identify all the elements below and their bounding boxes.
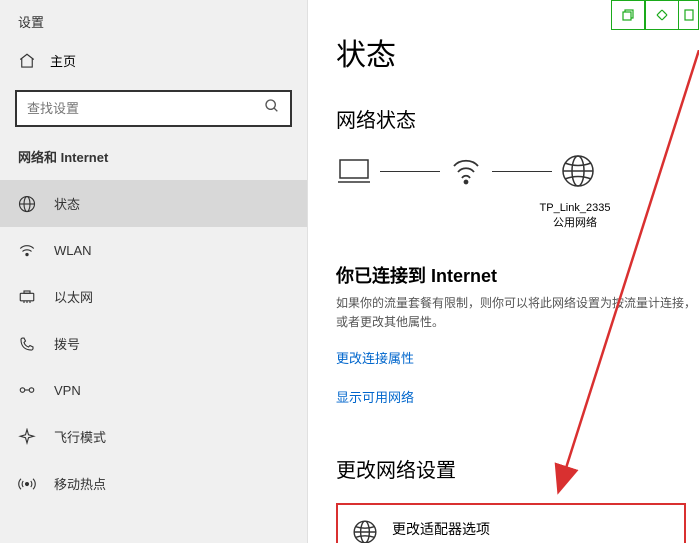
sidebar-item-label: 状态 [54,194,80,213]
computer-icon [336,153,372,189]
sidebar-item-label: 飞行模式 [54,427,106,446]
connected-desc: 如果你的流量套餐有限制，则你可以将此网络设置为按流量计连接，或者更改其他属性。 [336,294,699,332]
hotspot-icon [18,475,36,493]
sidebar-item-label: VPN [54,383,81,398]
sidebar-item-hotspot[interactable]: 移动热点 [0,460,307,507]
sidebar-item-status[interactable]: 状态 [0,180,307,227]
sidebar-item-vpn[interactable]: VPN [0,367,307,413]
sidebar-item-wlan[interactable]: WLAN [0,227,307,273]
adapter-options-button[interactable]: 更改适配器选项 查看网络适配器并更改连接设置。 [336,503,686,543]
window-restore-button[interactable] [611,0,645,30]
search-input-container[interactable] [15,90,292,127]
adapter-title: 更改适配器选项 [392,519,572,539]
phone-icon [18,335,36,353]
sidebar-item-label: 以太网 [54,287,93,306]
window-maximize-button[interactable] [645,0,679,30]
ethernet-icon [18,288,36,306]
globe-icon [18,195,36,213]
home-label: 主页 [50,51,76,70]
show-networks-link[interactable]: 显示可用网络 [336,387,414,406]
sidebar-item-label: 移动热点 [54,474,106,493]
wifi-router-icon [448,153,484,189]
window-title: 设置 [0,0,307,39]
change-settings-title: 更改网络设置 [336,454,699,483]
search-input[interactable] [27,101,264,116]
network-type: 公用网络 [451,216,699,231]
network-diagram [336,153,699,189]
sidebar-item-label: WLAN [54,243,92,258]
window-partial-button[interactable] [679,0,699,30]
sidebar-item-dialup[interactable]: 拨号 [0,320,307,367]
network-label: TP_Link_2335 公用网络 [451,201,699,232]
page-title: 状态 [336,30,699,74]
vpn-icon [18,381,36,399]
airplane-icon [18,428,36,446]
sidebar-item-airplane[interactable]: 飞行模式 [0,413,307,460]
sidebar-item-ethernet[interactable]: 以太网 [0,273,307,320]
network-name: TP_Link_2335 [451,201,699,216]
network-status-title: 网络状态 [336,104,699,133]
connected-title: 你已连接到 Internet [336,262,699,288]
home-button[interactable]: 主页 [0,39,307,82]
search-icon [264,98,280,119]
globe-large-icon [560,153,596,189]
sidebar-item-label: 拨号 [54,334,80,353]
category-title: 网络和 Internet [0,147,307,180]
wifi-icon [18,241,36,259]
change-properties-link[interactable]: 更改连接属性 [336,348,414,367]
home-icon [18,52,36,70]
globe-adapter-icon [352,519,378,543]
